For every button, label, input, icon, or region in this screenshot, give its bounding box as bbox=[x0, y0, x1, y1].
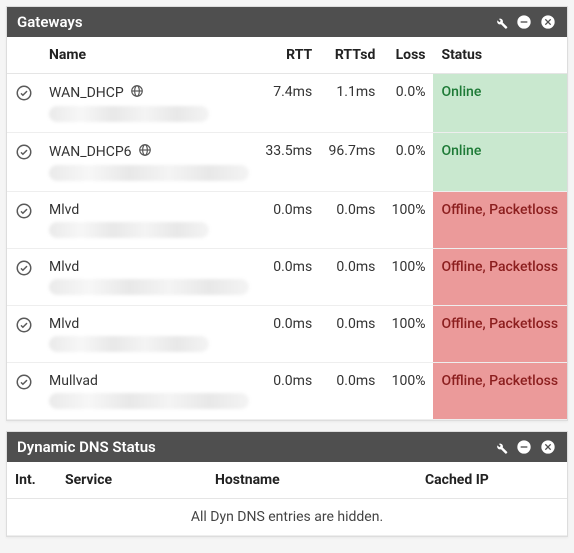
status-badge: Offline, Packetloss bbox=[433, 363, 567, 420]
gateways-table: Name RTT RTTsd Loss Status WAN_DHCP 7.4m… bbox=[7, 37, 567, 420]
cell-rtt: 33.5ms bbox=[257, 133, 320, 192]
cell-rttsd: 0.0ms bbox=[320, 249, 383, 306]
cell-rtt: 0.0ms bbox=[257, 192, 320, 249]
ddns-table: Int. Service Hostname Cached IP All Dyn … bbox=[7, 462, 567, 536]
cell-rtt: 0.0ms bbox=[257, 306, 320, 363]
col-loss: Loss bbox=[383, 37, 433, 74]
gateways-header: Gateways bbox=[7, 7, 567, 37]
check-icon bbox=[15, 322, 33, 338]
cell-rtt: 0.0ms bbox=[257, 363, 320, 420]
col-check bbox=[7, 37, 41, 74]
table-row: Mlvd0.0ms0.0ms100%Offline, Packetloss bbox=[7, 192, 567, 249]
check-icon bbox=[15, 379, 33, 395]
globe-icon bbox=[138, 143, 152, 161]
globe-icon bbox=[130, 84, 144, 102]
cell-rttsd: 96.7ms bbox=[320, 133, 383, 192]
ddns-title: Dynamic DNS Status bbox=[17, 438, 156, 456]
table-row: Mullvad0.0ms0.0ms100%Offline, Packetloss bbox=[7, 363, 567, 420]
ddns-controls bbox=[491, 438, 557, 456]
cell-loss: 100% bbox=[383, 306, 433, 363]
cell-loss: 100% bbox=[383, 249, 433, 306]
cell-loss: 100% bbox=[383, 192, 433, 249]
status-badge: Offline, Packetloss bbox=[433, 249, 567, 306]
col-name: Name bbox=[41, 37, 257, 74]
cell-rttsd: 1.1ms bbox=[320, 74, 383, 133]
table-row: WAN_DHCP 7.4ms1.1ms0.0%Online bbox=[7, 74, 567, 133]
close-icon[interactable] bbox=[539, 13, 557, 31]
minimize-icon[interactable] bbox=[515, 438, 533, 456]
gateway-name: Mlvd bbox=[49, 316, 79, 332]
cell-rtt: 0.0ms bbox=[257, 249, 320, 306]
gateway-name: WAN_DHCP6 bbox=[49, 144, 132, 160]
cell-rttsd: 0.0ms bbox=[320, 306, 383, 363]
cell-loss: 0.0% bbox=[383, 74, 433, 133]
redacted-detail bbox=[49, 222, 209, 238]
check-icon bbox=[15, 208, 33, 224]
cell-rttsd: 0.0ms bbox=[320, 192, 383, 249]
cell-rttsd: 0.0ms bbox=[320, 363, 383, 420]
wrench-icon[interactable] bbox=[491, 13, 509, 31]
ddns-message: All Dyn DNS entries are hidden. bbox=[7, 499, 567, 536]
col-status: Status bbox=[433, 37, 567, 74]
status-badge: Online bbox=[433, 133, 567, 192]
gateway-name: Mlvd bbox=[49, 259, 79, 275]
ddns-header: Dynamic DNS Status bbox=[7, 432, 567, 462]
table-row: Mlvd0.0ms0.0ms100%Offline, Packetloss bbox=[7, 249, 567, 306]
col-cachedip: Cached IP bbox=[417, 462, 567, 499]
table-row: Mlvd0.0ms0.0ms100%Offline, Packetloss bbox=[7, 306, 567, 363]
gateway-name: WAN_DHCP bbox=[49, 85, 124, 101]
col-service: Service bbox=[57, 462, 207, 499]
gateway-name: Mullvad bbox=[49, 373, 98, 389]
redacted-detail bbox=[49, 336, 209, 352]
redacted-detail bbox=[49, 106, 209, 122]
close-icon[interactable] bbox=[539, 438, 557, 456]
redacted-detail bbox=[49, 279, 249, 295]
cell-rtt: 7.4ms bbox=[257, 74, 320, 133]
col-rttsd: RTTsd bbox=[320, 37, 383, 74]
status-badge: Offline, Packetloss bbox=[433, 306, 567, 363]
col-rtt: RTT bbox=[257, 37, 320, 74]
gateways-title: Gateways bbox=[17, 13, 83, 31]
wrench-icon[interactable] bbox=[491, 438, 509, 456]
check-icon bbox=[15, 265, 33, 281]
redacted-detail bbox=[49, 165, 249, 181]
status-badge: Offline, Packetloss bbox=[433, 192, 567, 249]
gateway-name: Mlvd bbox=[49, 202, 79, 218]
cell-loss: 0.0% bbox=[383, 133, 433, 192]
table-row: WAN_DHCP6 33.5ms96.7ms0.0%Online bbox=[7, 133, 567, 192]
gateways-widget: Gateways Name RTT RTTsd Loss Status WA bbox=[6, 6, 568, 421]
check-icon bbox=[15, 90, 33, 106]
minimize-icon[interactable] bbox=[515, 13, 533, 31]
col-int: Int. bbox=[7, 462, 57, 499]
check-icon bbox=[15, 149, 33, 165]
cell-loss: 100% bbox=[383, 363, 433, 420]
status-badge: Online bbox=[433, 74, 567, 133]
gateways-controls bbox=[491, 13, 557, 31]
ddns-widget: Dynamic DNS Status Int. Service Hostname… bbox=[6, 431, 568, 537]
redacted-detail bbox=[49, 393, 249, 409]
col-hostname: Hostname bbox=[207, 462, 417, 499]
